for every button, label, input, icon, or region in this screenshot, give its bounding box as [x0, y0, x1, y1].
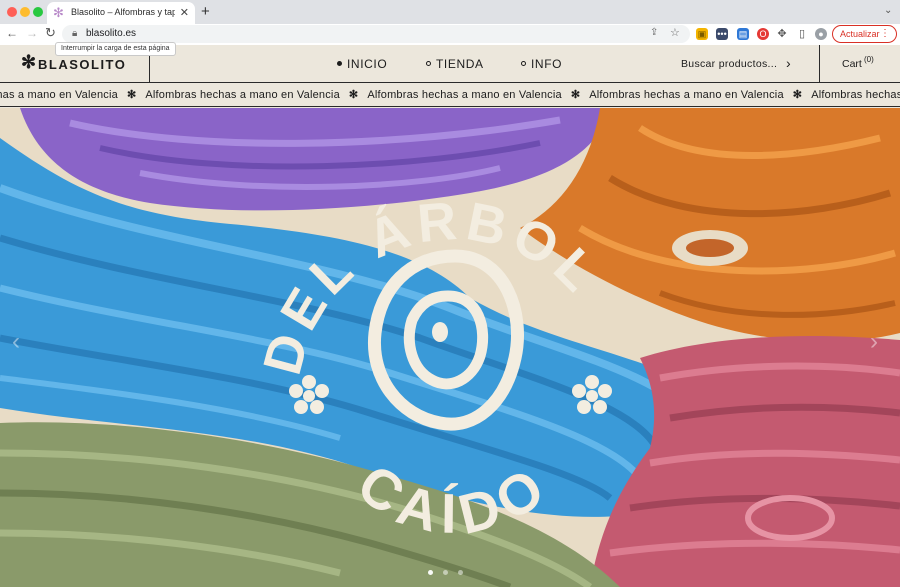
extensions-puzzle-icon[interactable]: ✥	[776, 28, 788, 40]
header-divider	[819, 45, 820, 83]
logo-asterisk-icon[interactable]: ✻	[21, 53, 36, 71]
nav-item-inicio[interactable]: INICIO	[337, 57, 387, 71]
tab-search-chevron-icon[interactable]: ⌄	[884, 5, 892, 16]
marquee-text: hechas a mano en Valencia	[0, 89, 118, 101]
kebab-menu-icon[interactable]: ⋮	[880, 26, 890, 42]
reload-tooltip: Interrumpir la carga de esta página	[55, 42, 176, 56]
asterisk-separator-icon: ✻	[126, 89, 137, 101]
browser-tab-bar: ✻ Blasolito – Alfombras y tapices ✕ + ⌄	[0, 0, 900, 24]
share-icon[interactable]: ⇪	[650, 27, 658, 38]
site-logo[interactable]: BLASOLITO	[38, 57, 126, 72]
url-text[interactable]: blasolito.es	[86, 28, 136, 39]
minimize-window-button[interactable]	[20, 7, 30, 17]
back-arrow-icon[interactable]: ←	[6, 26, 18, 40]
nav-item-info[interactable]: INFO	[521, 57, 562, 71]
hero-rug-image: DEL ÁRBOL CAÍDO	[0, 108, 900, 587]
lock-icon[interactable]: 🔒︎	[72, 28, 77, 39]
stop-loading-icon[interactable]: ↻	[45, 25, 56, 41]
nav-item-label: INICIO	[347, 57, 388, 71]
update-button[interactable]: Actualizar ⋮	[832, 25, 897, 43]
extension-window-icon[interactable]: ▤	[737, 28, 749, 40]
tab-close-icon[interactable]: ✕	[180, 6, 189, 19]
product-search-input[interactable]: Buscar productos...	[681, 58, 777, 70]
hero-carousel[interactable]: DEL ÁRBOL CAÍDO ‹ ›	[0, 108, 900, 587]
marquee-text: Alfombras hechas a mano en Valencia	[367, 89, 562, 101]
marquee-text: Alfombras hechas a mano en Valencia	[589, 89, 784, 101]
marquee-text: Alfombras hechas a mano en Valencia	[811, 89, 900, 101]
close-window-button[interactable]	[7, 7, 17, 17]
nav-inactive-dot-icon	[426, 61, 431, 66]
profile-avatar-icon[interactable]: ●	[815, 28, 827, 40]
tab-title: Blasolito – Alfombras y tapices	[71, 7, 175, 17]
carousel-next-chevron-icon[interactable]: ›	[870, 328, 878, 356]
maximize-window-button[interactable]	[33, 7, 43, 17]
nav-item-label: INFO	[531, 57, 563, 71]
nav-inactive-dot-icon	[521, 61, 526, 66]
side-panel-icon[interactable]: ▯	[796, 28, 808, 40]
nav-item-label: TIENDA	[436, 57, 484, 71]
browser-tab-active[interactable]: ✻ Blasolito – Alfombras y tapices ✕	[47, 2, 195, 24]
cart-link[interactable]: Cart	[842, 58, 862, 70]
nav-active-dot-icon	[337, 61, 342, 66]
bookmark-star-icon[interactable]: ☆	[670, 26, 680, 39]
forward-arrow-icon[interactable]: →	[26, 26, 38, 40]
extension-lock-icon[interactable]: ▣	[696, 28, 708, 40]
address-bar[interactable]: 🔒︎ blasolito.es ⇪ ☆	[62, 25, 690, 43]
new-tab-icon[interactable]: +	[201, 3, 210, 20]
asterisk-separator-icon: ✻	[348, 89, 359, 101]
update-button-label: Actualizar	[840, 29, 880, 39]
carousel-dot[interactable]	[428, 570, 433, 575]
carousel-prev-chevron-icon[interactable]: ‹	[12, 328, 20, 356]
extension-opera-icon[interactable]: O	[757, 28, 769, 40]
announcement-marquee: hechas a mano en Valencia ✻ Alfombras hech…	[0, 83, 900, 107]
asterisk-separator-icon: ✻	[792, 89, 803, 101]
search-submit-chevron-icon[interactable]: ›	[786, 55, 791, 71]
marquee-text: Alfombras hechas a mano en Valencia	[145, 89, 340, 101]
carousel-pagination	[428, 562, 473, 580]
marquee-track: hechas a mano en Valencia ✻ Alfombras hech…	[0, 88, 900, 101]
nav-item-tienda[interactable]: TIENDA	[426, 57, 484, 71]
carousel-dot[interactable]	[443, 570, 448, 575]
cart-count-badge: (0)	[864, 55, 874, 64]
extension-dots-icon[interactable]: •••	[716, 28, 728, 40]
site-favicon-icon: ✻	[53, 5, 64, 20]
asterisk-separator-icon: ✻	[570, 89, 581, 101]
carousel-dot[interactable]	[458, 570, 463, 575]
